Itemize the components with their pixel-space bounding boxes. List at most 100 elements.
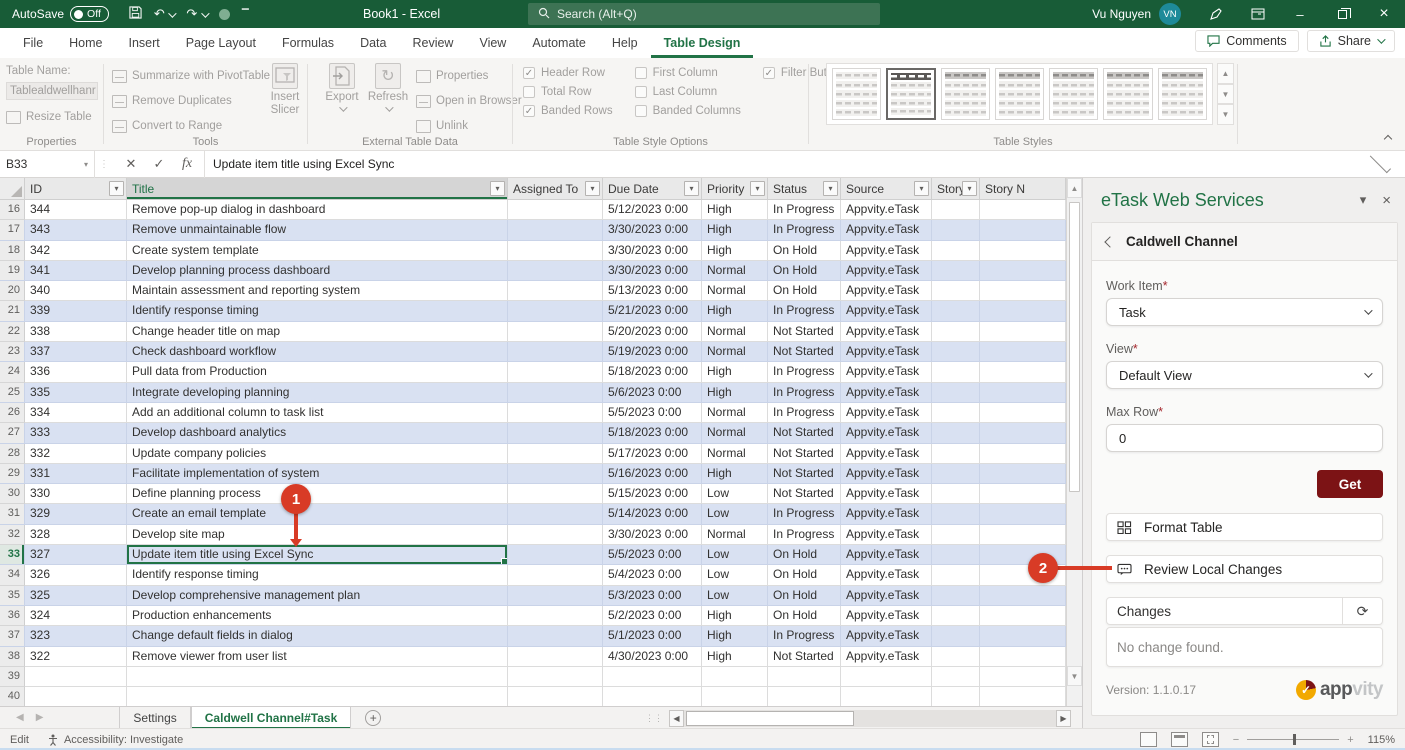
grid-cell[interactable]: Not Started xyxy=(768,423,841,443)
grid-cell[interactable]: Identify response timing xyxy=(127,301,508,321)
grid-cell[interactable]: Develop planning process dashboard xyxy=(127,261,508,281)
table-style-thumbnail[interactable] xyxy=(1103,68,1152,120)
grid-cell[interactable] xyxy=(980,261,1066,281)
table-style-thumbnail[interactable] xyxy=(1049,68,1098,120)
row-number[interactable]: 26 xyxy=(0,403,25,423)
grid-cell[interactable]: 342 xyxy=(25,241,127,261)
grid-cell[interactable]: 322 xyxy=(25,647,127,667)
grid-cell[interactable]: 5/5/2023 0:00 xyxy=(603,403,702,423)
grid-cell[interactable] xyxy=(980,241,1066,261)
grid-cell[interactable] xyxy=(932,464,980,484)
grid-cell[interactable]: 5/12/2023 0:00 xyxy=(603,200,702,220)
grid-cell[interactable]: Remove unmaintainable flow xyxy=(127,220,508,240)
share-button[interactable]: Share xyxy=(1307,30,1395,52)
grid-cell[interactable]: 323 xyxy=(25,626,127,646)
export-button[interactable]: Export xyxy=(322,58,362,112)
grid-cell[interactable]: 331 xyxy=(25,464,127,484)
grid-cell[interactable]: 324 xyxy=(25,606,127,626)
grid-cell[interactable]: Pull data from Production xyxy=(127,362,508,382)
checkbox-banded-columns[interactable]: Banded Columns xyxy=(635,105,741,117)
checkbox-icon[interactable]: ✓ xyxy=(523,105,535,117)
avatar[interactable]: VN xyxy=(1159,3,1181,25)
grid-cell[interactable] xyxy=(702,667,768,687)
column-header-title[interactable]: Title▾ xyxy=(127,178,508,200)
column-header-story-n[interactable]: Story N xyxy=(980,178,1066,200)
row-number[interactable]: 16 xyxy=(0,200,25,220)
grid-cell[interactable] xyxy=(508,606,603,626)
grid-cell[interactable]: Integrate developing planning xyxy=(127,383,508,403)
grid-cell[interactable] xyxy=(841,667,932,687)
grid-cell[interactable]: 326 xyxy=(25,565,127,585)
grid-cell[interactable]: Appvity.eTask xyxy=(841,647,932,667)
zoom-out-icon[interactable]: − xyxy=(1233,734,1239,746)
open-in-browser-button[interactable]: Open in Browser xyxy=(416,90,522,112)
grid-cell[interactable]: Remove viewer from user list xyxy=(127,647,508,667)
table-style-thumbnail[interactable] xyxy=(886,68,935,120)
grid-cell[interactable] xyxy=(932,525,980,545)
format-table-button[interactable]: Format Table xyxy=(1106,513,1383,541)
gallery-down-icon[interactable]: ▼ xyxy=(1217,84,1234,105)
grid-cell[interactable] xyxy=(980,200,1066,220)
row-number[interactable]: 17 xyxy=(0,220,25,240)
grid-cell[interactable]: Appvity.eTask xyxy=(841,545,932,565)
grid-cell[interactable]: In Progress xyxy=(768,200,841,220)
checkbox-icon[interactable] xyxy=(635,67,647,79)
grid-cell[interactable] xyxy=(980,281,1066,301)
collapse-ribbon-icon[interactable] xyxy=(1384,135,1392,143)
grid-cell[interactable]: 4/30/2023 0:00 xyxy=(603,647,702,667)
row-number[interactable]: 31 xyxy=(0,504,25,524)
grid-cell[interactable] xyxy=(932,484,980,504)
grid-cell[interactable]: Not Started xyxy=(768,444,841,464)
grid-cell[interactable]: 340 xyxy=(25,281,127,301)
grid-cell[interactable]: 332 xyxy=(25,444,127,464)
sheet-next-icon[interactable]: ▶ xyxy=(36,712,44,723)
grid-cell[interactable] xyxy=(508,423,603,443)
grid-cell[interactable]: Low xyxy=(702,586,768,606)
row-number[interactable]: 20 xyxy=(0,281,25,301)
quick-access-dot-icon[interactable] xyxy=(219,9,230,20)
grid-cell[interactable] xyxy=(508,200,603,220)
add-sheet-button[interactable]: + xyxy=(365,710,381,726)
grid-cell[interactable]: Appvity.eTask xyxy=(841,423,932,443)
grid-cell[interactable]: Appvity.eTask xyxy=(841,362,932,382)
redo-icon[interactable]: ↷ xyxy=(186,6,207,22)
grid-cell[interactable]: 5/5/2023 0:00 xyxy=(603,545,702,565)
row-number[interactable]: 33 xyxy=(0,545,25,565)
grid-cell[interactable] xyxy=(980,586,1066,606)
grid-cell[interactable]: Not Started xyxy=(768,484,841,504)
grid-cell[interactable]: In Progress xyxy=(768,383,841,403)
grid-cell[interactable]: Low xyxy=(702,504,768,524)
grid-cell[interactable]: 5/18/2023 0:00 xyxy=(603,362,702,382)
grid-cell[interactable]: Appvity.eTask xyxy=(841,565,932,585)
grid-cell[interactable] xyxy=(980,423,1066,443)
filter-button[interactable]: ▾ xyxy=(750,181,765,196)
grid-cell[interactable]: 334 xyxy=(25,403,127,423)
grid-cell[interactable] xyxy=(768,667,841,687)
grid-cell[interactable]: Appvity.eTask xyxy=(841,241,932,261)
grid-cell[interactable] xyxy=(932,322,980,342)
grid-cell[interactable] xyxy=(508,545,603,565)
checkbox-icon[interactable] xyxy=(635,105,647,117)
grid-cell[interactable]: Normal xyxy=(702,403,768,423)
grid-cell[interactable]: On Hold xyxy=(768,586,841,606)
checkbox-icon[interactable] xyxy=(523,86,535,98)
gallery-more-icon[interactable]: ▼ xyxy=(1217,104,1234,125)
grid-cell[interactable]: On Hold xyxy=(768,261,841,281)
ribbon-tab-table-design[interactable]: Table Design xyxy=(651,28,754,58)
view-select[interactable]: Default View xyxy=(1106,361,1383,389)
grid-cell[interactable] xyxy=(508,281,603,301)
grid-cell[interactable]: Remove pop-up dialog in dashboard xyxy=(127,200,508,220)
grid-cell[interactable] xyxy=(932,403,980,423)
grid-cell[interactable]: 328 xyxy=(25,525,127,545)
grid-cell[interactable]: Change default fields in dialog xyxy=(127,626,508,646)
grid-cell[interactable] xyxy=(932,220,980,240)
grid-cell[interactable]: 3/30/2023 0:00 xyxy=(603,261,702,281)
row-number[interactable]: 34 xyxy=(0,565,25,585)
back-icon[interactable] xyxy=(1104,236,1115,247)
grid-cell[interactable] xyxy=(932,586,980,606)
grid-cell[interactable] xyxy=(932,444,980,464)
grid-cell[interactable] xyxy=(980,647,1066,667)
grid-cell[interactable]: 5/6/2023 0:00 xyxy=(603,383,702,403)
grid-cell[interactable] xyxy=(508,565,603,585)
column-header-assigned-to[interactable]: Assigned To▾ xyxy=(508,178,603,200)
